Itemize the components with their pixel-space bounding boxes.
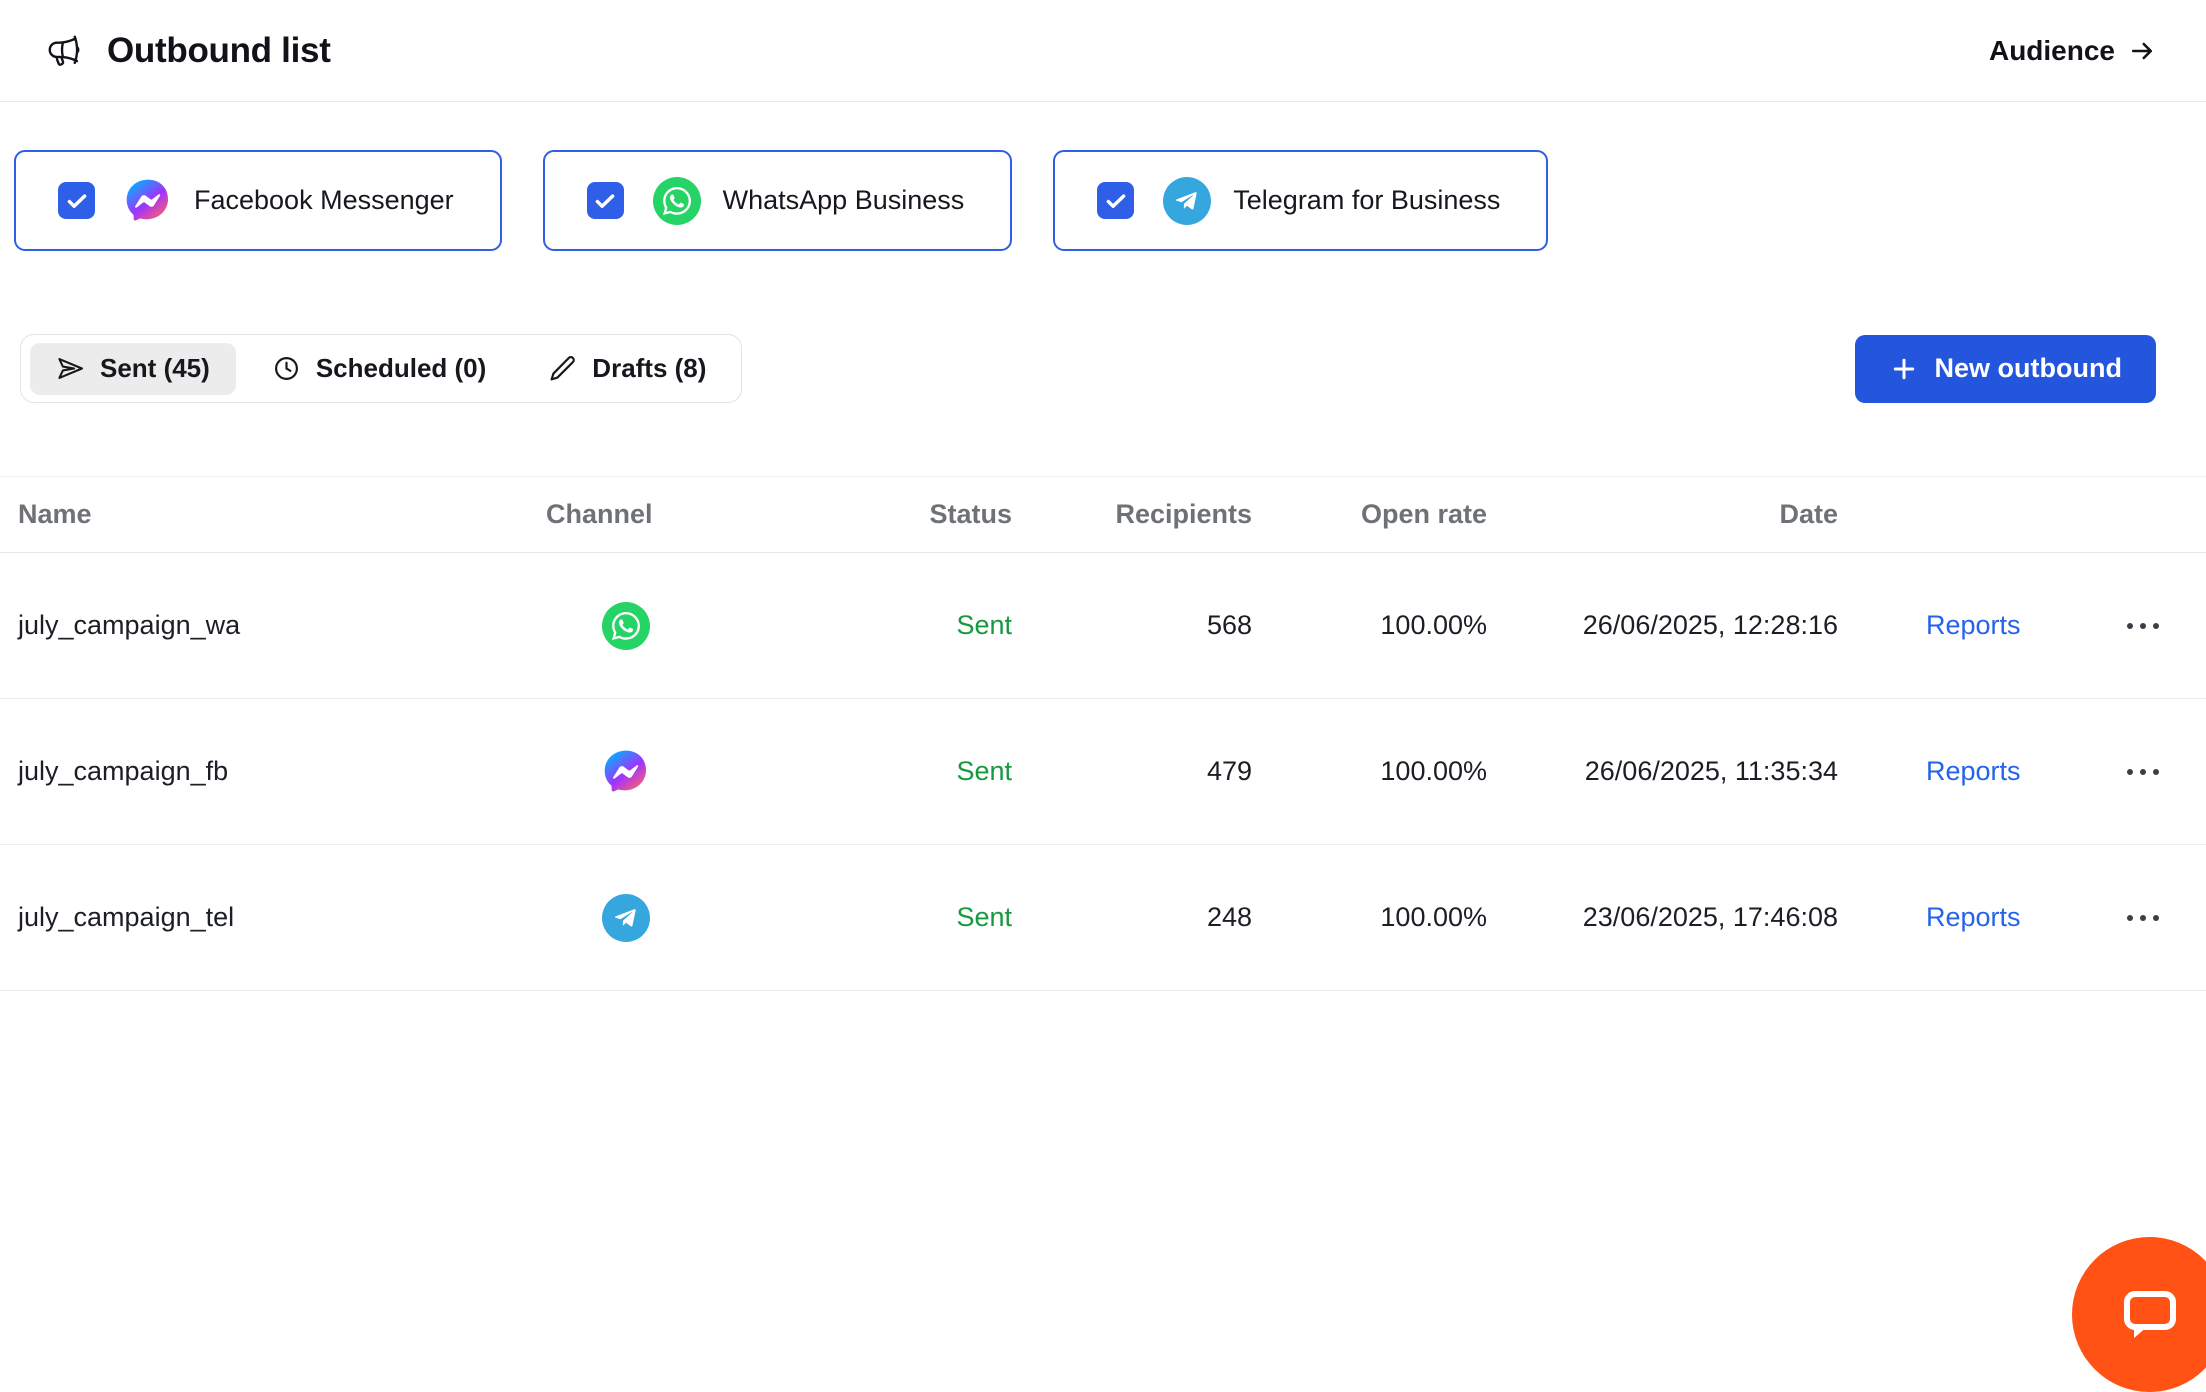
- column-header-date: Date: [1487, 499, 1838, 530]
- recipients-count: 568: [1012, 610, 1252, 641]
- sent-date: 26/06/2025, 12:28:16: [1487, 610, 1838, 641]
- recipients-count: 479: [1012, 756, 1252, 787]
- table-header-row: Name Channel Status Recipients Open rate…: [0, 476, 2206, 553]
- sent-date: 26/06/2025, 11:35:34: [1487, 756, 1838, 787]
- recipients-count: 248: [1012, 902, 1252, 933]
- table-row: july_campaign_fb Sent 479 100.00% 26/06/…: [0, 699, 2206, 845]
- plus-icon: [1889, 354, 1919, 384]
- column-header-open-rate: Open rate: [1252, 499, 1487, 530]
- column-header-name: Name: [0, 499, 546, 530]
- ellipsis-icon: [2124, 619, 2162, 633]
- megaphone-icon: [45, 32, 83, 70]
- new-outbound-button[interactable]: New outbound: [1855, 335, 2156, 403]
- page-header: Outbound list Audience: [0, 0, 2206, 102]
- tab-scheduled-label: Scheduled (0): [316, 353, 486, 384]
- messenger-icon: [124, 177, 172, 225]
- reports-link[interactable]: Reports: [1926, 756, 2021, 787]
- telegram-icon: [602, 894, 650, 942]
- clock-icon: [272, 354, 301, 383]
- reports-link[interactable]: Reports: [1926, 610, 2021, 641]
- open-rate: 100.00%: [1252, 902, 1487, 933]
- filter-card-telegram-for-business[interactable]: Telegram for Business: [1053, 150, 1548, 251]
- page-title: Outbound list: [107, 31, 331, 71]
- filter-card-whatsapp-business[interactable]: WhatsApp Business: [543, 150, 1013, 251]
- outbound-table: Name Channel Status Recipients Open rate…: [0, 476, 2206, 991]
- campaign-name: july_campaign_tel: [0, 902, 546, 933]
- tab-sent[interactable]: Sent (45): [30, 343, 236, 395]
- open-rate: 100.00%: [1252, 610, 1487, 641]
- filter-label: Facebook Messenger: [194, 185, 454, 216]
- row-menu-button[interactable]: [2114, 609, 2172, 643]
- campaign-name: july_campaign_wa: [0, 610, 546, 641]
- arrow-right-icon: [2128, 37, 2156, 65]
- row-menu-button[interactable]: [2114, 901, 2172, 935]
- table-row: july_campaign_wa Sent 568 100.00% 26/06/…: [0, 553, 2206, 699]
- column-header-channel: Channel: [546, 499, 710, 530]
- status-badge: Sent: [956, 756, 1012, 787]
- new-outbound-button-label: New outbound: [1935, 353, 2122, 384]
- sent-date: 23/06/2025, 17:46:08: [1487, 902, 1838, 933]
- whatsapp-icon: [653, 177, 701, 225]
- ellipsis-icon: [2124, 765, 2162, 779]
- table-row: july_campaign_tel Sent 248 100.00% 23/06…: [0, 845, 2206, 991]
- toolbar: Sent (45) Scheduled (0) Drafts (8) New o…: [20, 334, 2156, 403]
- facebook-messenger-checkbox[interactable]: [58, 182, 95, 219]
- open-rate: 100.00%: [1252, 756, 1487, 787]
- whatsapp-icon: [602, 602, 650, 650]
- column-header-status: Status: [710, 499, 1012, 530]
- send-icon: [56, 354, 85, 383]
- tab-scheduled[interactable]: Scheduled (0): [246, 343, 512, 395]
- tab-drafts[interactable]: Drafts (8): [522, 343, 732, 395]
- filter-label: Telegram for Business: [1233, 185, 1500, 216]
- ellipsis-icon: [2124, 911, 2162, 925]
- telegram-icon: [1163, 177, 1211, 225]
- whatsapp-business-checkbox[interactable]: [587, 182, 624, 219]
- filter-label: WhatsApp Business: [723, 185, 965, 216]
- campaign-name: july_campaign_fb: [0, 756, 546, 787]
- column-header-recipients: Recipients: [1012, 499, 1252, 530]
- outbound-tabs: Sent (45) Scheduled (0) Drafts (8): [20, 334, 742, 403]
- status-badge: Sent: [956, 610, 1012, 641]
- messenger-icon: [602, 748, 650, 796]
- filter-card-facebook-messenger[interactable]: Facebook Messenger: [14, 150, 502, 251]
- pencil-icon: [548, 354, 577, 383]
- row-menu-button[interactable]: [2114, 755, 2172, 789]
- audience-link-label: Audience: [1989, 35, 2115, 67]
- channel-filters: Facebook Messenger WhatsApp Business Tel: [14, 150, 2186, 251]
- live-chat-widget-button[interactable]: [2072, 1237, 2206, 1392]
- telegram-for-business-checkbox[interactable]: [1097, 182, 1134, 219]
- status-badge: Sent: [956, 902, 1012, 933]
- tab-sent-label: Sent (45): [100, 353, 210, 384]
- reports-link[interactable]: Reports: [1926, 902, 2021, 933]
- chat-bubble-icon: [2116, 1281, 2184, 1349]
- audience-link[interactable]: Audience: [1989, 35, 2156, 67]
- tab-drafts-label: Drafts (8): [592, 353, 706, 384]
